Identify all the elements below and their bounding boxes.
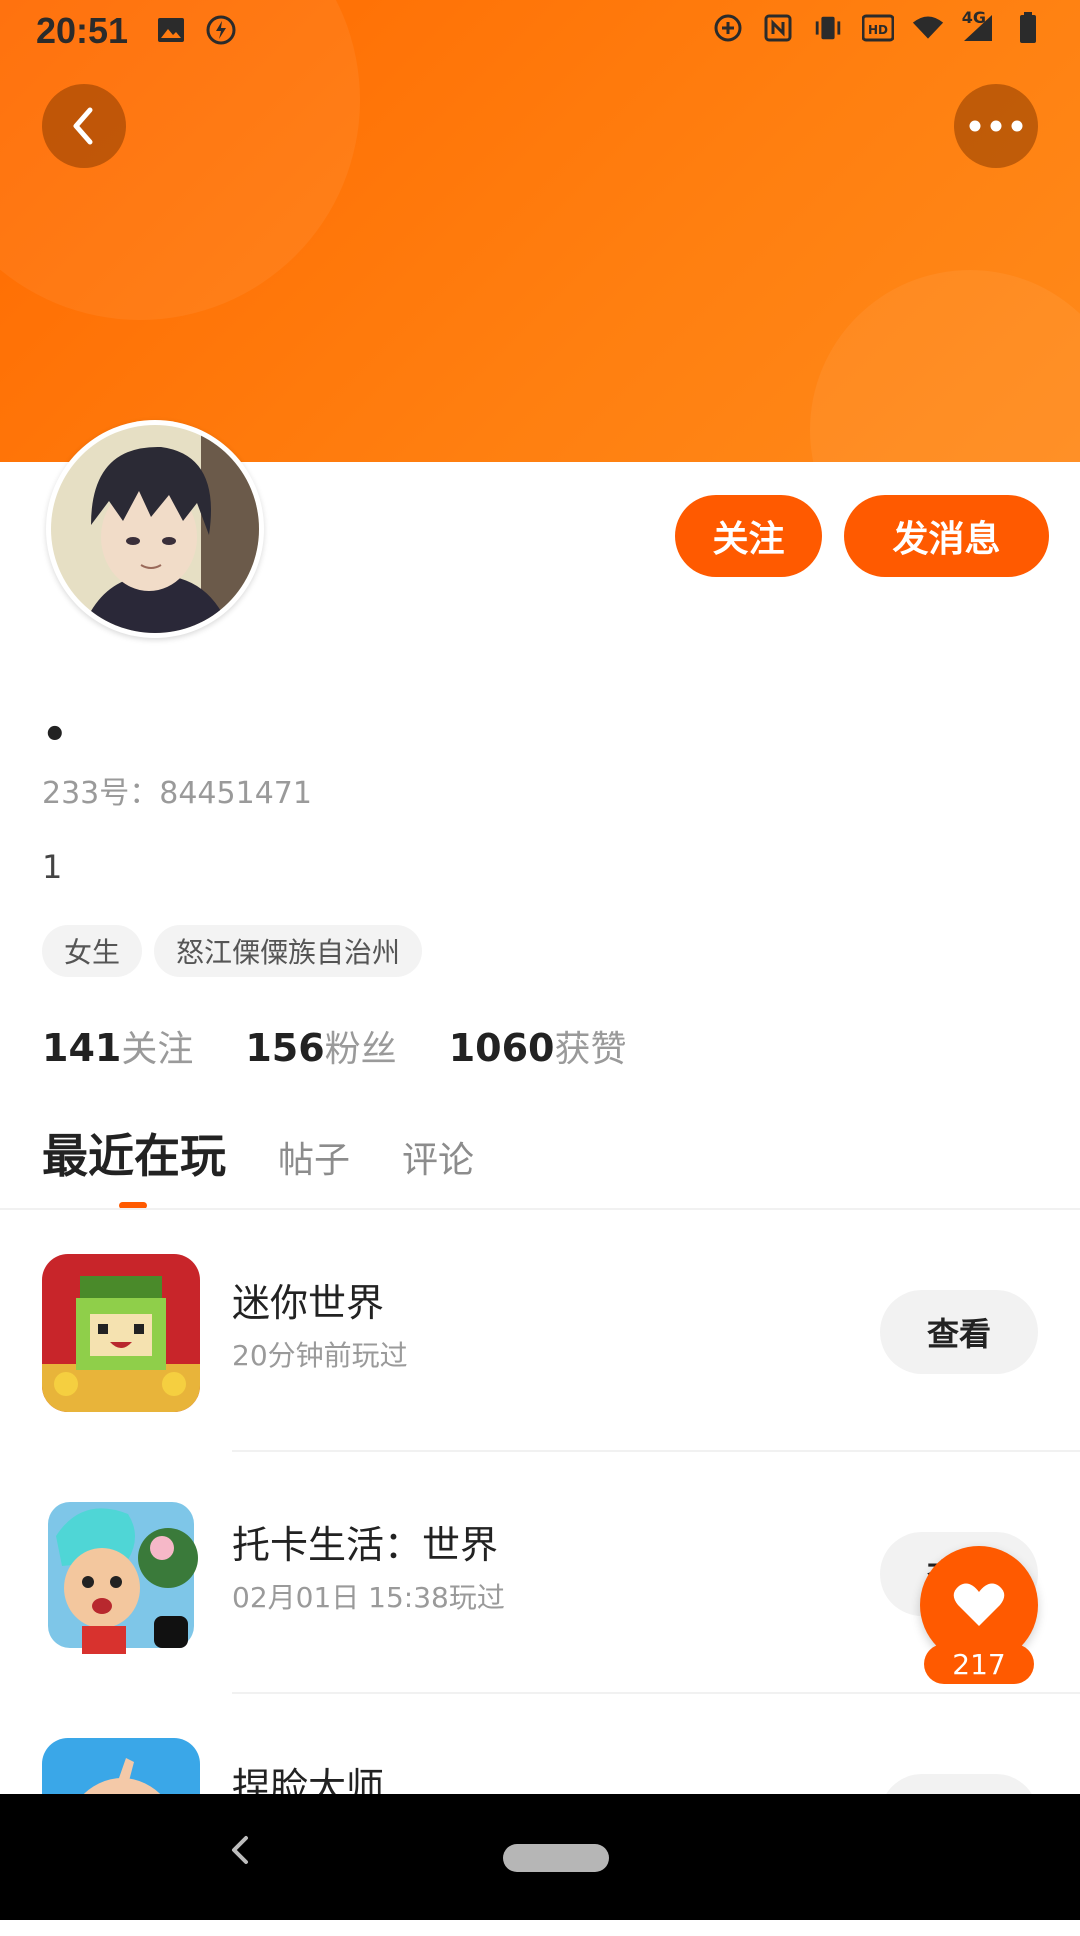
tag-location: 怒江傈僳族自治州 [154,925,423,977]
more-options-button[interactable] [954,84,1038,168]
tab-comments[interactable]: 评论 [402,1131,474,1183]
stat-likes[interactable]: 1060获赞 [449,1020,627,1072]
profile-tags: 女生 怒江傈僳族自治州 [42,925,423,977]
tag-gender: 女生 [42,925,143,977]
system-navigation-bar [0,1794,1080,1920]
avatar-image [51,425,259,633]
game-name: 托卡生活：世界 [232,1523,499,1567]
tab-recent-played-label: 最近在玩 [42,1129,226,1183]
follow-button[interactable]: 关注 [675,495,822,577]
more-horizontal-icon [969,120,1023,132]
image-icon [155,14,187,46]
bio: 1 [42,848,63,886]
lightning-icon [205,14,237,46]
game-played-time: 02月01日 15:38玩过 [232,1581,505,1614]
signal-icon [962,12,994,44]
hd-icon: HD [862,12,894,44]
wifi-icon [912,12,944,44]
stat-fans-label: 粉丝 [324,1029,397,1070]
profile-tabs: 最近在玩 帖子 评论 [42,1120,474,1209]
back-button[interactable] [42,84,126,168]
svg-text:HD: HD [868,23,888,37]
user-id: 233号：84451471 [42,776,312,811]
list-item[interactable]: 托卡生活：世界 02月01日 15:38玩过 查看 [0,1452,1080,1694]
list-item[interactable]: 迷你世界 20分钟前玩过 查看 [0,1210,1080,1452]
nav-back-button[interactable] [218,1828,262,1872]
stat-following-label: 关注 [121,1029,194,1070]
data-saver-icon [712,12,744,44]
stat-fans[interactable]: 156粉丝 [245,1020,396,1072]
stat-following-count: 141 [42,1026,122,1070]
banner-decoration [810,270,1080,462]
profile-header-banner [0,0,1080,462]
stat-fans-count: 156 [245,1026,325,1070]
vibrate-icon [812,12,844,44]
stat-likes-count: 1060 [448,1026,555,1070]
status-bar: 20:51 4G HD [0,0,1080,62]
game-played-time: 20分钟前玩过 [232,1339,408,1372]
tab-posts[interactable]: 帖子 [278,1131,350,1183]
nfc-icon [762,12,794,44]
status-time: 20:51 [36,10,129,51]
nav-home-button[interactable] [503,1844,609,1872]
nickname: • [42,712,68,758]
like-count: 217 [924,1644,1034,1684]
view-button[interactable]: 查看 [880,1290,1038,1374]
game-icon [42,1254,200,1412]
send-message-button[interactable]: 发消息 [844,495,1049,577]
game-name: 迷你世界 [232,1281,385,1325]
stat-following[interactable]: 141关注 [42,1020,193,1072]
battery-icon [1012,12,1044,44]
profile-stats: 141关注 156粉丝 1060获赞 [42,1020,626,1072]
chevron-left-icon [232,1836,248,1864]
stat-likes-label: 获赞 [554,1029,627,1070]
tab-recent-played[interactable]: 最近在玩 [42,1120,226,1209]
game-icon [42,1496,200,1654]
avatar[interactable] [46,420,264,638]
chevron-left-icon [73,107,93,145]
heart-icon [953,1583,1005,1626]
